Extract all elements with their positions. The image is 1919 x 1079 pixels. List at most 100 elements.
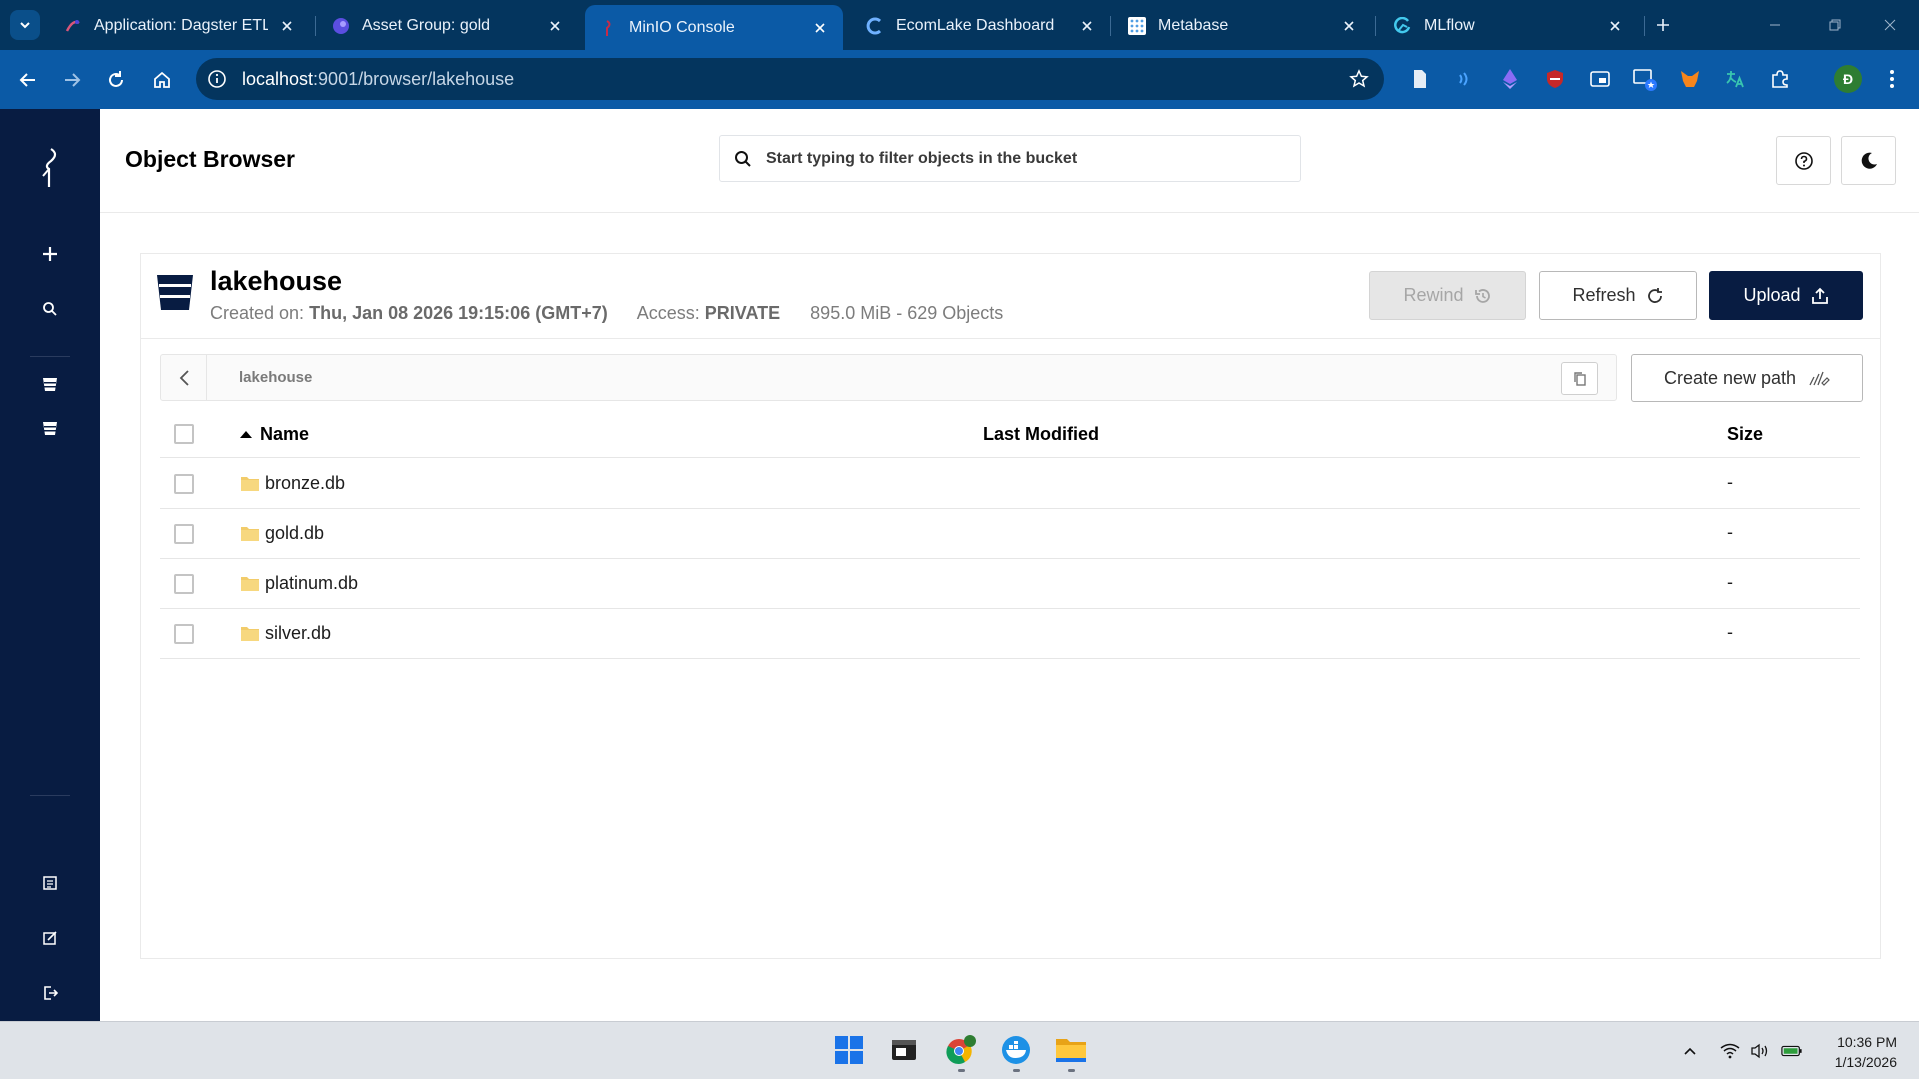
row-checkbox[interactable]: [174, 624, 194, 644]
taskbar-file-explorer-app[interactable]: [1053, 1032, 1089, 1072]
back-button[interactable]: [12, 64, 44, 96]
tab-search-button[interactable]: [10, 10, 40, 40]
profile-avatar[interactable]: Đ: [1834, 65, 1862, 93]
minio-logo-icon[interactable]: [35, 145, 65, 189]
reload-button[interactable]: [100, 64, 132, 96]
object-name: silver.db: [265, 623, 332, 643]
column-header-last-modified[interactable]: Last Modified: [983, 424, 1099, 445]
tab-title: MinIO Console: [629, 18, 735, 36]
taskbar-terminal-app[interactable]: [886, 1032, 922, 1068]
object-name: bronze.db: [265, 473, 346, 493]
upload-button[interactable]: Upload: [1709, 271, 1863, 320]
search-input[interactable]: [766, 149, 1266, 168]
home-button[interactable]: [146, 64, 178, 96]
column-header-name[interactable]: Name: [260, 424, 309, 445]
chrome-icon: [946, 1035, 976, 1064]
mlflow-favicon-icon: [1394, 16, 1412, 35]
copy-path-button[interactable]: [1561, 362, 1598, 395]
system-clock[interactable]: 10:36 PM 1/13/2026: [1822, 1032, 1897, 1072]
minimize-icon: [1770, 24, 1780, 26]
new-tab-button[interactable]: [1650, 12, 1676, 38]
tab-minio-console[interactable]: MinIO Console: [585, 5, 843, 50]
extension-ethereum-icon[interactable]: [1497, 66, 1523, 92]
tab-ecomlake-dashboard[interactable]: EcomLake Dashboard: [852, 7, 1110, 44]
show-hidden-icons-button[interactable]: [1679, 1040, 1701, 1062]
site-info-icon[interactable]: [206, 68, 228, 90]
help-button[interactable]: [1776, 136, 1831, 185]
rewind-button[interactable]: Rewind: [1369, 271, 1526, 320]
bookmark-star-icon[interactable]: [1348, 68, 1370, 90]
tab-dagster-application[interactable]: Application: Dagster ETL Pi: [50, 7, 310, 44]
logout-icon: [44, 986, 58, 1000]
restore-button[interactable]: [1815, 10, 1855, 40]
refresh-label: Refresh: [1572, 285, 1636, 305]
address-bar[interactable]: localhost:9001/browser/lakehouse: [196, 58, 1384, 100]
windows-start-button[interactable]: [831, 1032, 867, 1068]
tab-mlflow[interactable]: MLflow: [1380, 7, 1638, 44]
row-checkbox[interactable]: [174, 524, 194, 544]
battery-icon[interactable]: [1781, 1040, 1803, 1062]
bucket-name: lakehouse: [210, 266, 343, 296]
close-icon[interactable]: [546, 17, 564, 35]
create-bucket-button[interactable]: [36, 240, 64, 268]
rewind-label: Rewind: [1403, 285, 1464, 305]
url-text: localhost:9001/browser/lakehouse: [242, 69, 514, 90]
create-new-path-button[interactable]: Create new path: [1631, 354, 1863, 402]
volume-icon[interactable]: [1749, 1040, 1771, 1062]
object-size: -: [1727, 572, 1733, 592]
os-taskbar: 10:36 PM 1/13/2026: [0, 1021, 1919, 1079]
forward-button[interactable]: [56, 64, 88, 96]
taskbar-docker-app[interactable]: [998, 1032, 1034, 1072]
object-filter-search[interactable]: [719, 135, 1301, 182]
table-row[interactable]: gold.db -: [160, 509, 1860, 559]
breadcrumb-path[interactable]: lakehouse: [239, 369, 312, 386]
extensions-puzzle-icon[interactable]: [1767, 66, 1793, 92]
sidebar-item-bucket[interactable]: [36, 370, 64, 398]
running-indicator: [1013, 1069, 1020, 1072]
refresh-button[interactable]: Refresh: [1539, 271, 1697, 320]
column-header-size[interactable]: Size: [1727, 424, 1763, 445]
row-checkbox[interactable]: [174, 574, 194, 594]
close-window-button[interactable]: [1870, 10, 1910, 40]
breadcrumb-back-button[interactable]: [161, 355, 207, 400]
wifi-icon[interactable]: [1719, 1040, 1741, 1062]
close-icon[interactable]: [1606, 17, 1624, 35]
select-all-checkbox[interactable]: [174, 424, 194, 444]
extension-adblock-icon[interactable]: [1542, 66, 1568, 92]
sidebar-item-documentation[interactable]: [36, 869, 64, 897]
tab-asset-group-gold[interactable]: Asset Group: gold: [318, 7, 578, 44]
url-path: :9001/browser/lakehouse: [313, 68, 515, 89]
minimize-button[interactable]: [1755, 10, 1795, 40]
access-label: Access:: [636, 303, 700, 323]
table-row[interactable]: bronze.db -: [160, 459, 1860, 509]
sidebar-divider: [30, 795, 70, 796]
tab-metabase[interactable]: Metabase: [1114, 7, 1372, 44]
dagster-favicon-icon: [332, 17, 350, 35]
taskbar-chrome-app[interactable]: [943, 1032, 979, 1072]
extension-metamask-icon[interactable]: [1677, 66, 1703, 92]
table-row[interactable]: silver.db -: [160, 609, 1860, 659]
logout-button[interactable]: [36, 979, 64, 1007]
close-icon[interactable]: [1078, 17, 1096, 35]
sort-ascending-icon[interactable]: [240, 431, 252, 438]
row-checkbox[interactable]: [174, 474, 194, 494]
extension-wave-icon[interactable]: [1452, 66, 1478, 92]
dagster-favicon-icon: [64, 17, 82, 35]
close-icon[interactable]: [278, 17, 296, 35]
sidebar-item-license[interactable]: [36, 924, 64, 952]
extension-document-icon[interactable]: [1407, 66, 1433, 92]
history-icon: [1474, 287, 1492, 305]
object-table-header: Name Last Modified Size: [160, 412, 1860, 458]
extension-translate-icon[interactable]: [1722, 66, 1748, 92]
object-size: -: [1727, 472, 1733, 492]
browser-menu-icon[interactable]: [1879, 66, 1905, 92]
table-row[interactable]: platinum.db -: [160, 559, 1860, 609]
extension-window-icon[interactable]: [1587, 66, 1613, 92]
dark-mode-toggle[interactable]: [1841, 136, 1896, 185]
close-icon[interactable]: [1340, 17, 1358, 35]
close-icon[interactable]: [811, 19, 829, 37]
folder-icon: [241, 577, 259, 591]
sidebar-item-bucket[interactable]: [36, 414, 64, 442]
extension-tab-manager-icon[interactable]: [1632, 66, 1658, 92]
search-buckets-button[interactable]: [36, 295, 64, 323]
